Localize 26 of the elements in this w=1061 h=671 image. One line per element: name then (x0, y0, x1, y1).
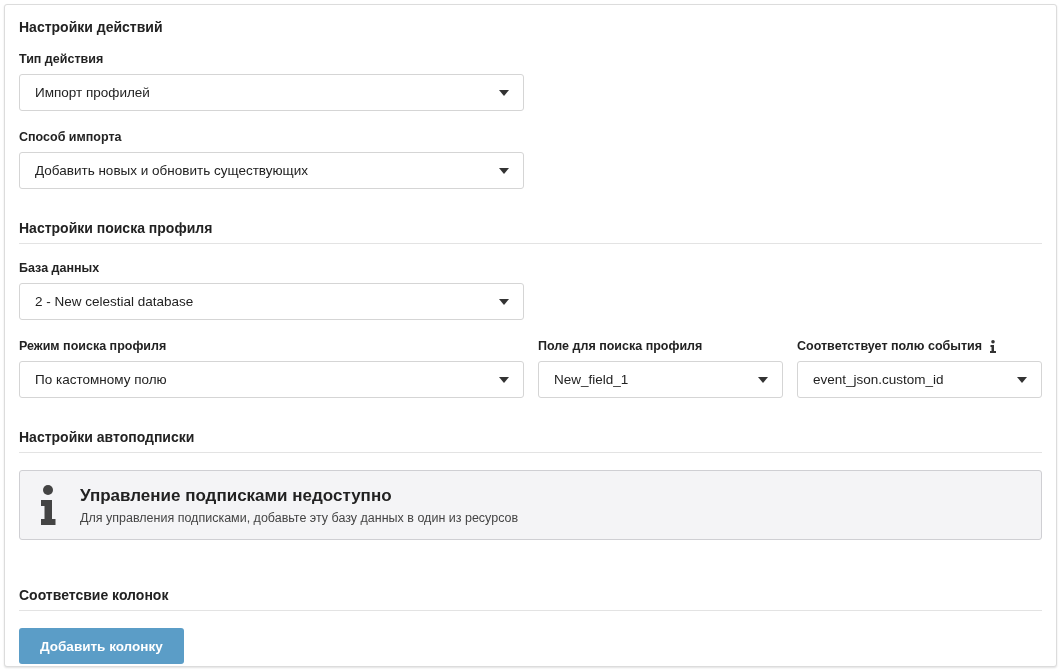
section-heading: Соответсвие колонок (19, 586, 1042, 611)
field-label: Способ импорта (19, 130, 122, 144)
field-label: Режим поиска профиля (19, 339, 167, 353)
info-icon (40, 484, 56, 526)
dropdown-select[interactable]: Добавить новых и обновить существующих (19, 152, 524, 189)
notice-title: Управление подписками недоступно (80, 485, 393, 506)
dropdown-caret-icon (1017, 376, 1027, 383)
dropdown-select[interactable]: New_field_1 (538, 361, 783, 398)
section-heading: Настройки автоподписки (19, 428, 1042, 453)
dropdown-select[interactable]: По кастомному полю (19, 361, 524, 398)
dropdown-select[interactable]: 2 - New celestial database (19, 283, 524, 320)
dropdown-select[interactable]: event_json.custom_id (797, 361, 1042, 398)
notice-text: Для управления подписками, добавьте эту базу данных в один из ресурсов (80, 510, 519, 525)
section-heading: Настройки поиска профиля (19, 219, 1042, 244)
section-title: Настройки действий (19, 18, 164, 36)
dropdown-caret-icon (499, 167, 509, 174)
dropdown-caret-icon (499, 298, 509, 305)
info-icon (990, 339, 997, 353)
dropdown-caret-icon (758, 376, 768, 383)
field-label: Тип действия (19, 52, 104, 66)
dropdown-select[interactable]: Импорт профилей (19, 74, 524, 111)
dropdown-caret-icon (499, 89, 509, 96)
field-label: Соответствует полю события (797, 339, 983, 353)
field-label: Поле для поиска профиля (538, 339, 703, 353)
dropdown-caret-icon (499, 376, 509, 383)
field-label: База данных (19, 261, 100, 275)
